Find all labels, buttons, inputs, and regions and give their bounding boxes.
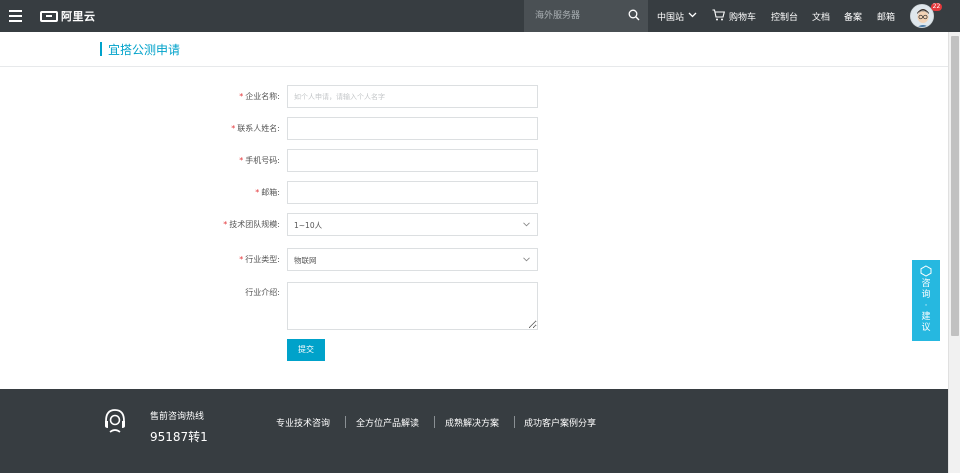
page-title: 宜搭公测申请	[108, 43, 181, 57]
footer-divider	[345, 416, 346, 428]
search-icon[interactable]	[628, 9, 640, 21]
aliyun-logo[interactable]: 阿里云	[40, 9, 96, 23]
company-name-input[interactable]	[287, 85, 538, 108]
footer-link-solutions[interactable]: 成熟解决方案	[445, 416, 499, 429]
headset-icon	[105, 409, 125, 433]
aliyun-logo-mark	[40, 10, 58, 22]
hotline-label: 售前咨询热线	[150, 412, 205, 422]
search-box	[524, 0, 648, 32]
nav-console[interactable]: 控制台	[771, 10, 798, 23]
contact-name-input[interactable]	[287, 117, 538, 140]
submit-button[interactable]: 提交	[287, 339, 325, 361]
intro-textarea[interactable]	[287, 282, 538, 330]
nav-mail[interactable]: 邮箱	[877, 10, 895, 23]
industry-value: 物联网	[294, 256, 317, 265]
email-label: * 邮箱:	[255, 188, 280, 197]
footer-divider	[434, 416, 435, 428]
scrollbar-thumb[interactable]	[951, 36, 959, 336]
scrollbar[interactable]	[948, 32, 960, 473]
chevron-down-icon	[523, 257, 530, 262]
company-label: * 企业名称:	[239, 92, 280, 101]
phone-input[interactable]	[287, 149, 538, 172]
consult-suggest-button[interactable]: 咨询 · 建议	[912, 260, 940, 341]
region-selector[interactable]: 中国站	[657, 10, 684, 23]
footer-link-cases[interactable]: 成功客户案例分享	[524, 416, 596, 429]
industry-label: * 行业类型:	[239, 255, 280, 264]
chat-icon	[920, 265, 932, 277]
title-row: 宜搭公测申请	[0, 32, 948, 67]
search-input[interactable]	[524, 0, 624, 32]
page: 阿里云 中国站 购物车 控制台 文档 备案 邮箱	[0, 0, 960, 473]
nav-docs[interactable]: 文档	[812, 10, 830, 23]
team-size-label: * 技术团队规模:	[223, 220, 280, 229]
industry-select[interactable]: 物联网	[287, 248, 538, 271]
top-nav-bar: 阿里云 中国站 购物车 控制台 文档 备案 邮箱	[0, 0, 960, 32]
logo-text: 阿里云	[61, 10, 96, 23]
phone-label: * 手机号码:	[239, 156, 280, 165]
footer-link-product[interactable]: 全方位产品解读	[356, 416, 419, 429]
menu-icon[interactable]	[9, 10, 22, 22]
chevron-down-icon	[523, 222, 530, 227]
consult-text: 咨询 · 建议	[921, 279, 931, 333]
nav-cart[interactable]: 购物车	[729, 10, 756, 23]
title-accent-bar	[100, 42, 102, 56]
footer-divider	[514, 416, 515, 428]
intro-label: 行业介绍:	[245, 288, 280, 297]
contact-label: * 联系人姓名:	[231, 124, 280, 133]
team-size-value: 1~10人	[294, 221, 323, 230]
nav-beian[interactable]: 备案	[844, 10, 862, 23]
cart-icon[interactable]	[712, 9, 725, 21]
chevron-down-icon[interactable]	[688, 12, 697, 18]
footer: 售前咨询热线 95187转1 专业技术咨询 全方位产品解读 成熟解决方案 成功客…	[0, 389, 948, 473]
notification-badge: 22	[931, 3, 942, 11]
footer-link-consulting[interactable]: 专业技术咨询	[276, 416, 330, 429]
team-size-select[interactable]: 1~10人	[287, 213, 538, 236]
hotline-number: 95187转1	[150, 430, 208, 444]
email-input[interactable]	[287, 181, 538, 204]
